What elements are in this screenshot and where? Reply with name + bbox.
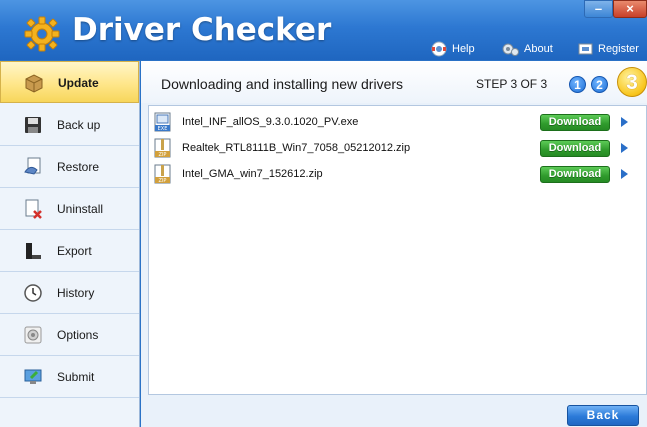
uninstall-icon — [25, 199, 42, 219]
sidebar-item-label: Options — [57, 328, 99, 342]
close-button[interactable]: × — [613, 0, 647, 18]
restore-icon — [24, 157, 41, 175]
sidebar-item-label: Update — [58, 76, 99, 90]
sidebar-item-label: Back up — [57, 118, 101, 132]
main-panel: Downloading and installing new drivers S… — [141, 61, 647, 427]
play-icon[interactable] — [621, 117, 628, 127]
close-icon: × — [626, 1, 634, 16]
minimize-button[interactable]: – — [584, 0, 613, 18]
options-icon — [24, 326, 42, 344]
box-icon — [25, 74, 43, 93]
about-label: About — [524, 43, 553, 55]
export-icon — [26, 243, 41, 259]
sidebar-item-history[interactable]: History — [0, 272, 139, 314]
download-button[interactable]: Download — [540, 166, 610, 183]
history-icon — [24, 284, 42, 302]
play-icon[interactable] — [621, 143, 628, 153]
title-bar: Driver Checker – × Help About Register — [0, 0, 647, 60]
sidebar-item-options[interactable]: Options — [0, 314, 139, 356]
help-link[interactable]: Help — [430, 40, 475, 58]
about-link[interactable]: About — [500, 40, 553, 58]
sidebar-item-label: Uninstall — [57, 202, 104, 216]
register-icon — [578, 43, 593, 55]
back-button[interactable]: Back — [567, 405, 639, 426]
file-name: Intel_GMA_win7_152612.zip — [182, 168, 323, 180]
sidebar-item-restore[interactable]: Restore — [0, 146, 139, 188]
svg-text:EXE: EXE — [158, 126, 168, 132]
exe-file-icon: EXE — [154, 112, 171, 132]
sidebar-item-update[interactable]: Update — [0, 61, 139, 103]
sidebar-item-label: Submit — [57, 370, 95, 384]
help-icon — [431, 41, 447, 57]
svg-text:ZIP: ZIP — [159, 152, 167, 158]
file-name: Realtek_RTL8111B_Win7_7058_05212012.zip — [182, 142, 411, 154]
gear-logo-icon — [24, 16, 60, 52]
app-title: Driver Checker — [72, 12, 332, 48]
download-button[interactable]: Download — [540, 140, 610, 157]
help-label: Help — [452, 43, 475, 55]
sidebar-item-back-up[interactable]: Back up — [0, 104, 139, 146]
step-2-indicator: 2 — [591, 76, 608, 93]
sidebar-item-export[interactable]: Export — [0, 230, 139, 272]
download-button[interactable]: Download — [540, 114, 610, 131]
step-header: Downloading and installing new drivers S… — [141, 61, 647, 103]
step-label: STEP 3 OF 3 — [476, 77, 548, 91]
zip-file-icon: ZIP — [154, 164, 171, 184]
floppy-disk-icon — [25, 117, 41, 133]
sidebar-item-uninstall[interactable]: Uninstall — [0, 188, 139, 230]
submit-icon — [24, 369, 42, 384]
list-item: ZIP Realtek_RTL8111B_Win7_7058_05212012.… — [149, 135, 646, 161]
sidebar-item-label: History — [57, 286, 95, 300]
sidebar-item-label: Restore — [57, 160, 100, 174]
minimize-icon: – — [594, 1, 603, 16]
register-link[interactable]: Register — [578, 40, 639, 58]
sidebar-item-submit[interactable]: Submit — [0, 356, 139, 398]
list-item: EXE Intel_INF_allOS_9.3.0.1020_PV.exe Do… — [149, 109, 646, 135]
play-icon[interactable] — [621, 169, 628, 179]
zip-file-icon: ZIP — [154, 138, 171, 158]
sidebar: Update Back up Restore Uninstall Export — [0, 61, 140, 427]
svg-text:ZIP: ZIP — [159, 178, 167, 184]
file-name: Intel_INF_allOS_9.3.0.1020_PV.exe — [182, 116, 359, 128]
step-1-indicator: 1 — [569, 76, 586, 93]
list-item: ZIP Intel_GMA_win7_152612.zip Download — [149, 161, 646, 187]
sidebar-item-label: Export — [57, 244, 92, 258]
step-3-indicator: 3 — [617, 67, 647, 97]
about-icon — [502, 43, 519, 56]
page-title: Downloading and installing new drivers — [161, 76, 404, 92]
register-label: Register — [598, 43, 639, 55]
driver-file-list: EXE Intel_INF_allOS_9.3.0.1020_PV.exe Do… — [148, 105, 647, 395]
